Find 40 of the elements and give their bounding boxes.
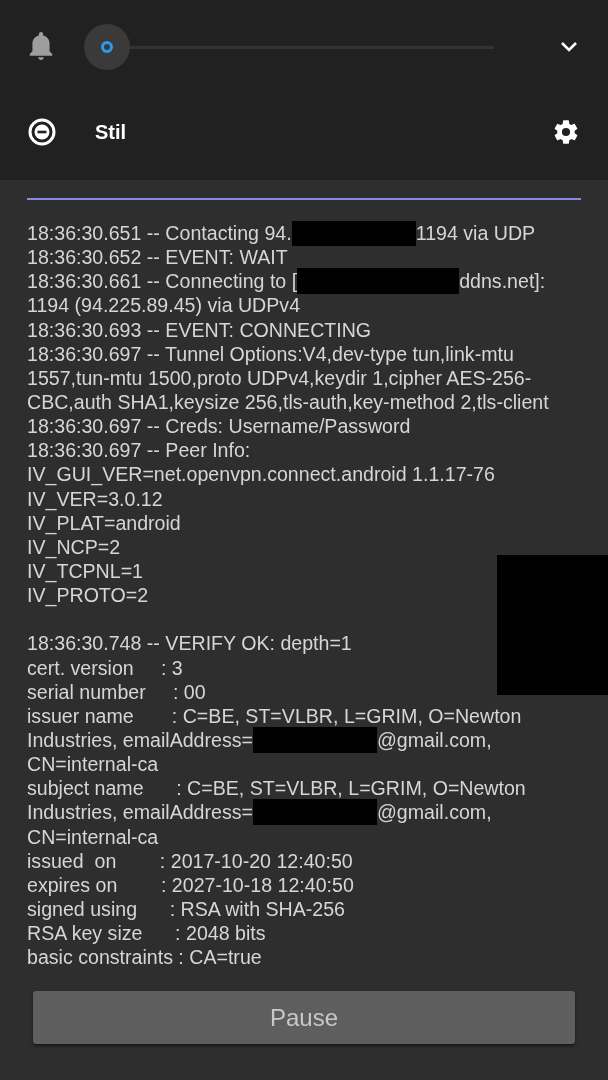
minus-circle-icon[interactable] (28, 118, 56, 146)
log-line: Industries, emailAddress= (27, 727, 253, 753)
log-line: CN=internal-ca (27, 752, 159, 777)
log-line: serial number : 00 (27, 679, 206, 704)
log-line: IV_VER=3.0.12 (27, 486, 163, 511)
log-line: RSA key size : 2048 bits (27, 921, 266, 946)
log-line: issued on : 2017-10-20 12:40:50 (27, 848, 353, 873)
log-line: 1194 via UDP (415, 221, 536, 246)
log-line: basic constraints : CA=true (27, 945, 262, 970)
log-line: IV_PLAT=android (27, 511, 181, 535)
log-line: Industries, emailAddress= (27, 800, 253, 825)
log-line: 18:36:30.693 -- EVENT: CONNECTING (27, 317, 372, 342)
log-line: ddns.net]: (459, 269, 546, 294)
pause-button[interactable]: Pause (33, 991, 575, 1044)
log-line: IV_GUI_VER=net.openvpn.connect.android 1.1.17-76 (27, 462, 495, 487)
log-line: subject name : C=BE, ST=VLBR, L=GRIM, O=Newton (27, 776, 526, 801)
log-line: IV_NCP=2 (27, 535, 121, 559)
bell-icon (28, 31, 54, 61)
log-line: CBC,auth SHA1,keysize 256,tls-auth,key-method 2,tls-client (27, 390, 549, 415)
settings-icon[interactable] (552, 118, 580, 146)
log-line: 18:36:30.697 -- Creds: Username/Password (27, 414, 411, 439)
log-line: 1557,tun-mtu 1500,proto UDPv4,keydir 1,cipher AES-256- (27, 365, 532, 390)
log-line: cert. version : 3 (27, 655, 183, 680)
profile-name: Stil (95, 120, 127, 145)
chevron-down-icon[interactable] (560, 41, 578, 53)
log-line: 18:36:30.652 -- EVENT: WAIT (27, 245, 288, 270)
log-line: signed using : RSA with SHA-256 (27, 896, 345, 922)
log-line: 18:36:30.697 -- Peer Info: (27, 438, 251, 463)
log-line: 18:36:30.748 -- VERIFY OK: depth=1 (27, 631, 352, 656)
log-line: @gmail.com, (377, 727, 492, 753)
log-line: @gmail.com, (377, 800, 492, 825)
log-line: issuer name : C=BE, ST=VLBR, L=GRIM, O=Newton (27, 703, 522, 728)
log-line: IV_PROTO=2 (27, 583, 149, 608)
log-line: expires on : 2027-10-18 12:40:50 (27, 872, 354, 897)
log-line: 18:36:30.651 -- Contacting 94. (27, 221, 292, 246)
log-line: CN=internal-ca (27, 824, 159, 849)
log-line: 18:36:30.697 -- Tunnel Options:V4,dev-type tun,link-mtu (27, 341, 514, 366)
log-line: 1194 (94.225.89.45) via UDPv4 (27, 293, 301, 318)
log-line: IV_TCPNL=1 (27, 559, 143, 584)
log-line: 18:36:30.661 -- Connecting to [ (27, 269, 298, 294)
